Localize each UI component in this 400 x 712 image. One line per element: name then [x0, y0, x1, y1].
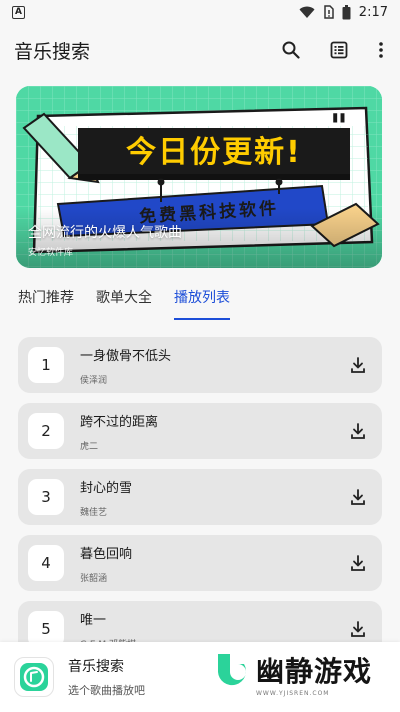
wifi-icon: [299, 6, 315, 18]
list-icon: [330, 41, 348, 59]
song-index: 3: [28, 479, 64, 515]
download-icon[interactable]: [348, 619, 368, 639]
download-icon[interactable]: [348, 355, 368, 375]
download-icon[interactable]: [348, 487, 368, 507]
page-title: 音乐搜索: [14, 40, 91, 63]
song-title: 唯一: [80, 612, 107, 628]
banner-caption: 全网流行的火爆人气歌曲 安忆软件库: [28, 222, 182, 258]
song-row[interactable]: 4 暮色回响 张韶涵: [18, 535, 382, 591]
search-icon: [282, 41, 300, 59]
download-icon[interactable]: [348, 421, 368, 441]
clock: 2:17: [358, 4, 388, 20]
search-button[interactable]: [280, 39, 302, 61]
more-vert-icon: [379, 42, 383, 58]
song-title: 暮色回响: [80, 546, 133, 562]
tab-play-list[interactable]: 播放列表: [174, 280, 230, 320]
app-bar: 音乐搜索: [0, 24, 400, 76]
song-list: 1 一身傲骨不低头 侯泽润 2 跨不过的距离 虎二 3 封心的雪 魏佳艺 4 暮…: [18, 337, 382, 667]
song-row[interactable]: 2 跨不过的距离 虎二: [18, 403, 382, 459]
tab-playlists[interactable]: 歌单大全: [96, 280, 152, 320]
song-index: 4: [28, 545, 64, 581]
app-logo: [14, 657, 54, 697]
more-options-button[interactable]: [376, 39, 386, 61]
site-watermark: 幽静游戏 WWW.YJISREN.COM: [214, 650, 373, 697]
song-row[interactable]: 1 一身傲骨不低头 侯泽润: [18, 337, 382, 393]
song-artist: 虎二: [80, 441, 99, 452]
featured-banner[interactable]: " 今日份更新! 免费黑科技软件 全网流行的火爆人气歌曲 安忆软件库: [16, 86, 382, 268]
music-app-icon: [20, 663, 48, 691]
watermark-logo-icon: [218, 654, 246, 686]
tab-hot-recommend[interactable]: 热门推荐: [18, 280, 74, 320]
status-bar: A 2:17: [0, 0, 400, 24]
notification-a-icon: A: [12, 5, 25, 19]
no-sim-icon: [324, 5, 334, 19]
player-title: 音乐搜索: [68, 659, 124, 675]
song-artist: 魏佳艺: [80, 507, 108, 518]
song-row[interactable]: 3 封心的雪 魏佳艺: [18, 469, 382, 525]
song-artist: 张韶涵: [80, 573, 108, 584]
song-title: 封心的雪: [80, 480, 133, 496]
tab-bar: 热门推荐 歌单大全 播放列表: [0, 280, 400, 320]
banner-headline: 今日份更新!: [126, 135, 302, 170]
banner-subtitle: 安忆软件库: [28, 248, 74, 258]
song-title: 一身傲骨不低头: [80, 348, 172, 364]
download-icon[interactable]: [348, 553, 368, 573]
song-title: 跨不过的距离: [80, 414, 159, 430]
banner-title: 全网流行的火爆人气歌曲: [28, 225, 182, 241]
watermark-text: 幽静游戏: [256, 655, 373, 688]
list-button[interactable]: [328, 39, 350, 61]
battery-icon: [342, 4, 351, 19]
watermark-url: WWW.YJISREN.COM: [256, 690, 330, 697]
song-artist: 侯泽润: [80, 375, 108, 386]
song-index: 2: [28, 413, 64, 449]
song-index: 1: [28, 347, 64, 383]
player-subtitle: 选个歌曲播放吧: [68, 684, 145, 697]
